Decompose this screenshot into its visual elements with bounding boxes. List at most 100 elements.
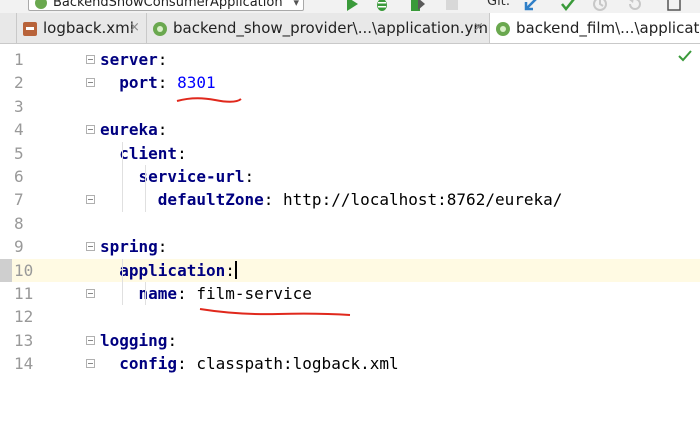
line-number: 5 [14,143,24,163]
tab-show-provider-application-yml[interactable]: backend_show_provider\...\application.ym… [147,13,490,43]
xml-file-icon [23,22,37,36]
line-number: 3 [14,96,24,116]
spring-boot-icon [35,0,47,9]
run-with-coverage-icon[interactable] [410,0,426,12]
code-line[interactable]: 10 application: [0,258,700,282]
fold-marker-icon[interactable] [86,242,95,252]
run-configuration-label: BackendShowConsumerApplication [53,0,283,10]
vcs-commit-icon[interactable] [560,0,576,12]
editor-tab-bar: logback.xml × backend_show_provider\...\… [0,13,700,44]
vcs-update-icon[interactable] [523,0,539,12]
code-line[interactable]: 14 config: classpath:logback.xml [0,352,700,375]
line-number: 14 [14,354,34,374]
code-line[interactable]: 9 spring: [0,235,700,258]
yaml-separator: : [157,237,168,257]
revert-icon[interactable] [627,0,643,12]
indent-guide [145,282,146,306]
yaml-key: defaultZone [100,190,264,210]
fold-marker-icon[interactable] [86,195,95,205]
yaml-value: 8301 [177,73,216,93]
code-text: eureka: [100,118,167,141]
history-icon[interactable] [592,0,608,12]
code-line[interactable]: 4 eureka: [0,118,700,141]
code-text: server: [100,48,167,71]
chevron-down-icon: ▾ [293,0,299,9]
indent-guide [122,141,123,212]
yaml-separator: : [167,330,178,350]
tab-label: backend_show_provider\...\application.ym… [173,19,490,37]
code-line[interactable]: 5 client: [0,142,700,165]
code-line[interactable]: 1 server: [0,48,700,71]
yaml-separator: : [244,167,255,186]
tab-logback-xml[interactable]: logback.xml × [17,13,147,43]
tab-label: backend_film\...\application [516,19,700,37]
text-caret [234,260,237,279]
code-line[interactable]: 11 name: film-service [0,282,700,305]
line-number: 11 [14,284,34,303]
code-text: spring: [100,235,167,258]
git-label: Git: [487,0,511,9]
yaml-separator: : [157,73,178,93]
line-number: 9 [14,237,24,257]
yaml-key: application [100,260,226,280]
yaml-separator: : [263,190,284,210]
debug-icon[interactable] [374,0,390,12]
stop-icon[interactable] [444,0,460,12]
yaml-separator: : [177,354,197,374]
current-line-marker [0,258,12,282]
indent-guide [122,258,123,306]
code-text: application: [100,259,237,282]
yaml-key: client [100,143,178,163]
fold-marker-icon[interactable] [86,125,95,135]
fold-marker-icon[interactable] [86,289,95,298]
toolbar-overflow-icon[interactable] [666,0,682,12]
yaml-key: spring [100,237,158,257]
code-line[interactable]: 7 defaultZone: http://localhost:8762/eur… [0,188,700,211]
fold-marker-icon[interactable] [86,55,95,64]
tab-scroll-area [0,13,17,43]
line-number: 4 [14,120,24,140]
fold-marker-icon[interactable] [86,78,95,88]
line-number: 7 [14,190,24,210]
port-underline-annotation [176,97,242,103]
code-text: name: film-service [100,282,312,305]
name-underline-annotation [199,308,351,316]
yaml-key: name [100,284,178,303]
close-icon[interactable]: × [473,13,484,43]
yaml-separator: : [177,143,187,163]
code-text: service-url: [100,165,255,188]
code-text: port: 8301 [100,71,216,94]
yaml-key: config [100,354,178,374]
run-icon[interactable] [344,0,360,12]
yaml-separator: : [225,260,235,280]
code-line[interactable]: 13 logging: [0,329,700,352]
code-text: config: classpath:logback.xml [100,352,399,375]
yaml-key: server [100,50,158,69]
line-number: 10 [14,260,34,280]
line-number: 2 [14,73,24,93]
yaml-key: eureka [100,120,158,140]
yaml-value: classpath:logback.xml [196,354,399,374]
yaml-separator: : [157,50,168,69]
yaml-key: logging [100,330,168,350]
code-line[interactable]: 6 service-url: [0,165,700,188]
code-text: client: [100,142,187,165]
run-configuration-selector[interactable]: BackendShowConsumerApplication ▾ [28,0,304,11]
code-text: defaultZone: http://localhost:8762/eurek… [100,188,563,211]
inspection-ok-icon[interactable] [678,50,692,62]
close-icon[interactable]: × [129,13,140,43]
tab-film-application-yml[interactable]: backend_film\...\application [490,13,700,43]
fold-marker-icon[interactable] [86,335,95,345]
spring-leaf-icon [496,22,510,36]
code-text: logging: [100,329,177,352]
code-line[interactable]: 3 [0,95,700,118]
editor-text-area[interactable]: 1 server: 2 port: 8301 3 4 eureka: 5 client: 6 … [0,44,700,440]
spring-leaf-icon [153,22,167,36]
yaml-value: film-service [196,284,312,303]
code-line[interactable]: 2 port: 8301 [0,71,700,94]
code-line[interactable]: 8 [0,212,700,235]
fold-marker-icon[interactable] [86,359,95,369]
line-number: 13 [14,330,34,350]
line-number: 1 [14,50,24,69]
yaml-value: http://localhost:8762/eureka/ [283,190,563,210]
